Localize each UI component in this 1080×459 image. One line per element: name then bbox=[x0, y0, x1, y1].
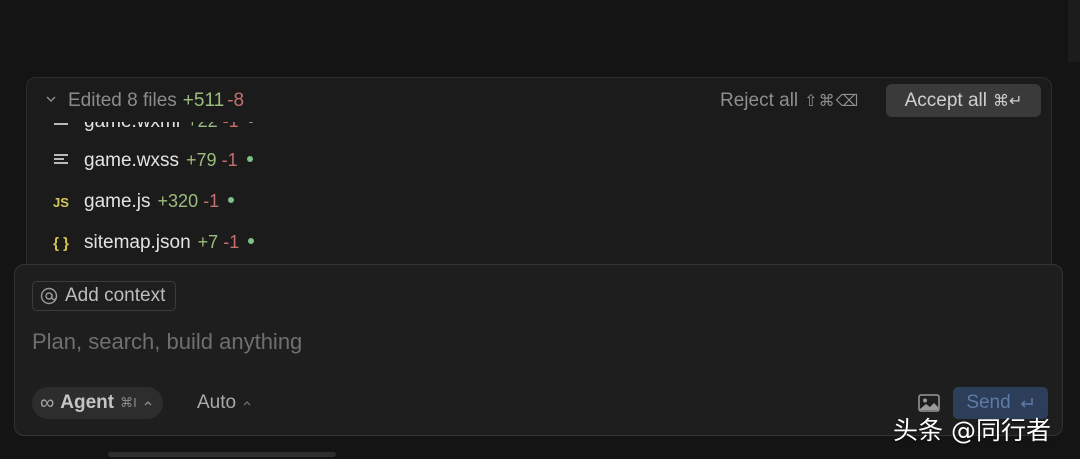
file-deletions: -1 bbox=[221, 150, 238, 170]
file-entry: sitemap.json +7 -1 bbox=[84, 232, 255, 254]
js-icon: JS bbox=[53, 194, 69, 210]
edited-files-title: Edited 8 files bbox=[68, 90, 177, 111]
reject-all-button[interactable]: Reject all ⇧⌘⌫ bbox=[720, 86, 859, 116]
file-name: game.js bbox=[84, 191, 151, 212]
watermark: 头条 @同行者 bbox=[893, 416, 1051, 445]
edited-files-header: Edited 8 files +511 -8 Reject all ⇧⌘⌫ Acce… bbox=[27, 78, 1051, 122]
file-additions: +7 bbox=[197, 232, 219, 252]
agent-mode-select[interactable]: ∞ Agent ⌘I bbox=[32, 387, 163, 419]
file-additions: +22 bbox=[187, 122, 218, 131]
file-entry: game.wxml +22 -1 bbox=[84, 122, 254, 133]
model-label: Auto bbox=[197, 392, 237, 413]
status-dot bbox=[246, 156, 253, 163]
model-select[interactable]: Auto bbox=[197, 387, 252, 419]
edited-file-list: game.wxml+22-1 game.wxss+79-1 JS game.js… bbox=[27, 122, 1051, 276]
total-deletions: -8 bbox=[227, 90, 245, 111]
agent-mode-label: Agent bbox=[60, 392, 115, 413]
json-icon: { } bbox=[53, 234, 69, 252]
edited-files-panel: Edited 8 files +511 -8 Reject all ⇧⌘⌫ Acce… bbox=[26, 77, 1052, 277]
text-lines-icon bbox=[51, 122, 71, 130]
file-entry: game.wxss +79 -1 bbox=[84, 150, 253, 172]
image-icon[interactable] bbox=[917, 393, 941, 413]
enter-key-icon bbox=[1020, 398, 1033, 408]
chevron-up-icon bbox=[144, 401, 152, 406]
reject-all-label: Reject all bbox=[720, 90, 799, 111]
edited-files-summary[interactable]: Edited 8 files +511 -8 bbox=[68, 90, 244, 112]
file-additions: +79 bbox=[186, 150, 217, 170]
reject-all-shortcut: ⇧⌘⌫ bbox=[804, 93, 860, 110]
text-lines-icon bbox=[51, 153, 71, 169]
accept-all-label: Accept all bbox=[904, 89, 987, 111]
file-entry: game.js +320 -1 bbox=[84, 191, 235, 213]
at-sign-icon bbox=[40, 287, 58, 305]
prompt-input[interactable] bbox=[32, 325, 892, 359]
file-deletions: -1 bbox=[223, 122, 239, 131]
infinity-icon: ∞ bbox=[40, 391, 55, 414]
status-dot bbox=[247, 122, 254, 124]
file-deletions: -1 bbox=[223, 232, 240, 252]
status-dot bbox=[228, 197, 235, 204]
file-name: game.wxss bbox=[84, 150, 180, 171]
file-deletions: -1 bbox=[203, 191, 220, 211]
total-additions: +511 bbox=[182, 90, 225, 111]
file-name: game.wxml bbox=[84, 122, 180, 132]
horizontal-scrollbar[interactable] bbox=[108, 452, 336, 457]
file-name: sitemap.json bbox=[84, 232, 191, 253]
chevron-down-icon[interactable] bbox=[45, 93, 57, 105]
chevron-up-icon bbox=[243, 401, 251, 406]
top-scrollbar[interactable] bbox=[1068, 0, 1080, 62]
accept-all-shortcut: ⌘↵ bbox=[992, 92, 1023, 110]
add-context-label: Add context bbox=[65, 285, 166, 306]
file-additions: +320 bbox=[157, 191, 199, 211]
accept-all-button[interactable]: Accept all ⌘↵ bbox=[886, 84, 1041, 117]
add-context-button[interactable]: Add context bbox=[32, 281, 177, 311]
status-dot bbox=[248, 238, 255, 245]
agent-mode-shortcut: ⌘I bbox=[120, 395, 137, 410]
